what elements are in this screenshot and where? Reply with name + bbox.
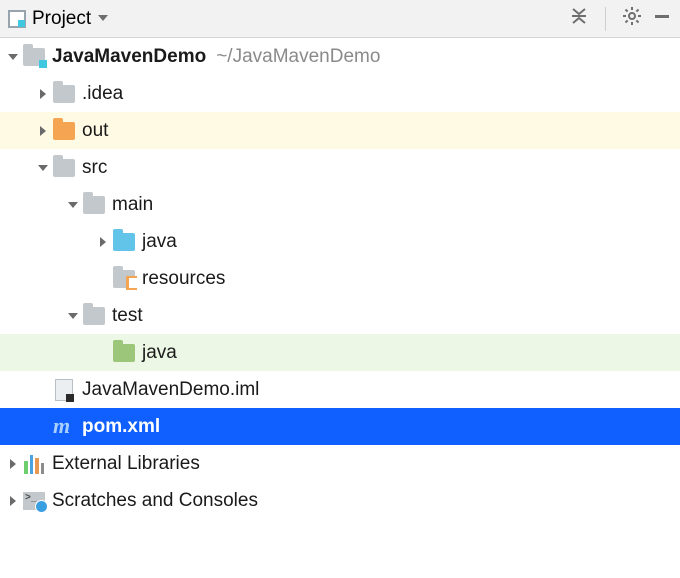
tree-node-test[interactable]: test (0, 297, 680, 334)
node-label: out (82, 120, 108, 142)
expand-toggle[interactable] (34, 88, 52, 100)
tree-node-java-test[interactable]: java (0, 334, 680, 371)
expand-toggle[interactable] (34, 162, 52, 174)
node-label: java (142, 342, 177, 364)
folder-icon (53, 85, 75, 103)
hide-tool-window-icon[interactable] (652, 6, 672, 32)
excluded-folder-icon (53, 122, 75, 140)
node-label: pom.xml (82, 416, 160, 438)
tree-node-out[interactable]: out (0, 112, 680, 149)
tree-node-iml[interactable]: JavaMavenDemo.iml (0, 371, 680, 408)
node-label: External Libraries (52, 453, 200, 475)
tool-window-title[interactable]: Project (32, 8, 91, 30)
node-label: test (112, 305, 143, 327)
node-label: resources (142, 268, 225, 290)
test-source-folder-icon (113, 344, 135, 362)
node-label: Scratches and Consoles (52, 490, 258, 512)
tree-node-java-main[interactable]: java (0, 223, 680, 260)
expand-toggle[interactable] (4, 458, 22, 470)
expand-toggle[interactable] (64, 310, 82, 322)
tool-window-header: Project (0, 0, 680, 38)
scratches-icon (23, 492, 45, 510)
tree-node-idea[interactable]: ​.idea (0, 75, 680, 112)
collapse-all-icon[interactable] (569, 6, 589, 32)
folder-icon (53, 159, 75, 177)
tree-node-external-libraries[interactable]: External Libraries (0, 445, 680, 482)
iml-file-icon (55, 379, 73, 401)
expand-toggle[interactable] (34, 125, 52, 137)
tree-node-main[interactable]: main (0, 186, 680, 223)
project-tree: JavaMavenDemo ~/JavaMavenDemo ​.idea out… (0, 38, 680, 519)
gear-icon[interactable] (622, 6, 642, 32)
expand-toggle[interactable] (64, 199, 82, 211)
tree-node-resources[interactable]: resources (0, 260, 680, 297)
node-label: ​.idea (82, 83, 123, 105)
folder-icon (83, 196, 105, 214)
tree-node-root[interactable]: JavaMavenDemo ~/JavaMavenDemo (0, 38, 680, 75)
node-label: java (142, 231, 177, 253)
node-label: main (112, 194, 153, 216)
expand-toggle[interactable] (94, 236, 112, 248)
tree-node-pom[interactable]: m pom.xml (0, 408, 680, 445)
tree-node-src[interactable]: src (0, 149, 680, 186)
expand-toggle[interactable] (4, 51, 22, 63)
node-path-hint: ~/JavaMavenDemo (216, 46, 380, 68)
divider (605, 7, 606, 31)
node-label: src (82, 157, 107, 179)
folder-icon (83, 307, 105, 325)
tree-node-scratches[interactable]: Scratches and Consoles (0, 482, 680, 519)
expand-toggle[interactable] (4, 495, 22, 507)
resources-folder-icon (113, 270, 135, 288)
libraries-icon (24, 454, 44, 474)
project-view-icon (8, 10, 26, 28)
source-folder-icon (113, 233, 135, 251)
maven-file-icon: m (53, 417, 75, 437)
node-label: JavaMavenDemo.iml (82, 379, 259, 401)
node-label: JavaMavenDemo (52, 46, 206, 68)
view-mode-dropdown[interactable] (97, 8, 109, 30)
module-folder-icon (23, 48, 45, 66)
